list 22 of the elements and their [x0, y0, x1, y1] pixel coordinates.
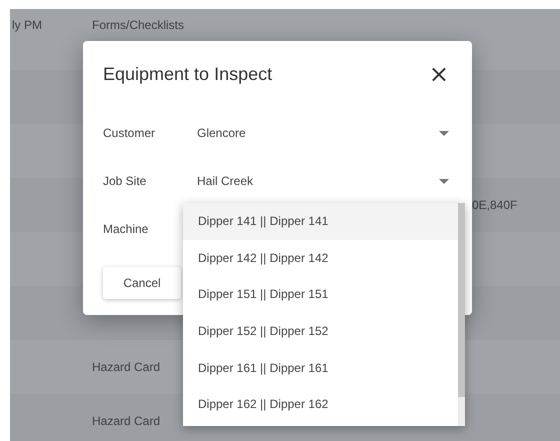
menu-option[interactable]: Dipper 161 || Dipper 161 [183, 349, 458, 386]
scrollbar[interactable] [458, 203, 465, 426]
menu-option[interactable]: Dipper 152 || Dipper 152 [183, 312, 458, 350]
dialog-title: Equipment to Inspect [103, 64, 272, 84]
menu-option[interactable]: Dipper 162 || Dipper 162 [183, 386, 458, 423]
menu-option[interactable]: Dipper 141 || Dipper 141 [183, 203, 458, 240]
table-cell-text: Forms/Checklists [91, 18, 184, 32]
menu-option[interactable]: Dipper 151 || Dipper 151 [183, 276, 458, 313]
select-field[interactable]: Hail Creek [197, 174, 431, 188]
field-label: Job Site [103, 174, 148, 188]
table-cell-text: 0E,840F [471, 198, 518, 212]
table-cell-text: Hazard Card [91, 360, 160, 374]
table-cell-text: ly PM [11, 18, 42, 32]
field-label: Machine [103, 222, 150, 236]
dropdown-arrow-icon[interactable] [439, 178, 449, 184]
select-field[interactable]: Glencore [197, 126, 431, 140]
close-button[interactable]: × [426, 62, 451, 86]
cancel-button[interactable]: Cancel [103, 267, 181, 299]
menu-option[interactable]: Dipper 142 || Dipper 142 [183, 240, 458, 276]
field-label: Customer [103, 126, 156, 140]
table-cell-text: Hazard Card [91, 414, 160, 428]
dropdown-arrow-icon[interactable] [439, 130, 449, 136]
